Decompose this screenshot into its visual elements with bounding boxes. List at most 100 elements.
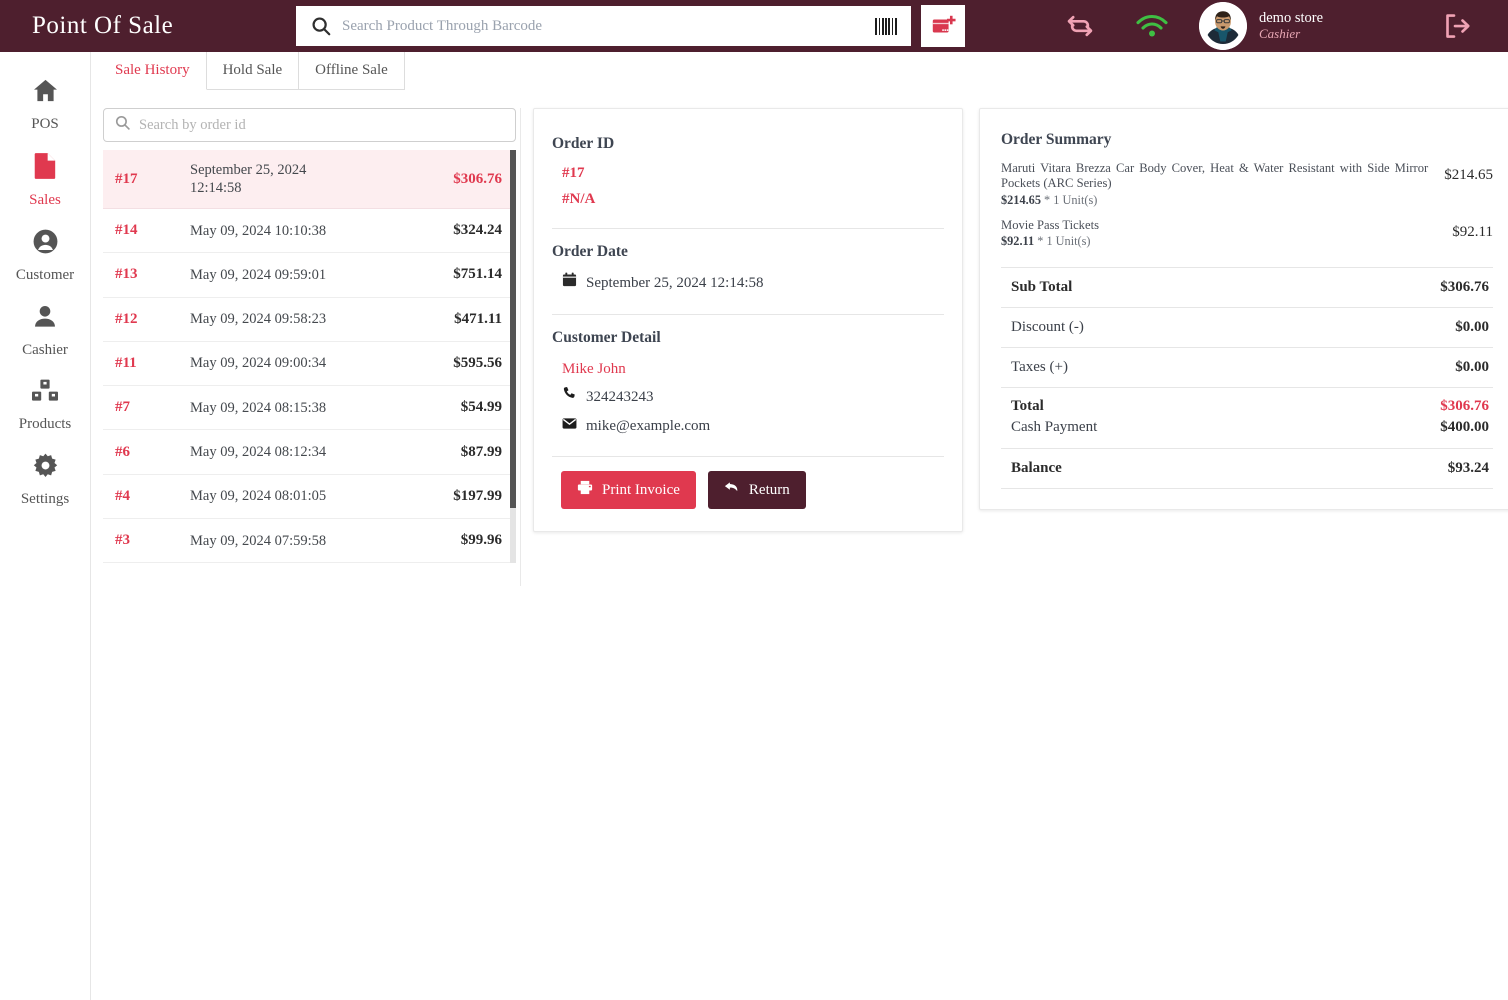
page-shell: POS Sales Customer Cashier Products Sett… bbox=[0, 52, 1508, 1000]
line-item-unit-price: $92.11 bbox=[1001, 234, 1035, 249]
order-summary-card: Order Summary Maruti Vitara Brezza Car B… bbox=[979, 108, 1508, 511]
sidebar-item-label: Customer bbox=[15, 267, 75, 283]
order-list-scrollbar[interactable] bbox=[510, 150, 516, 563]
order-search-box[interactable] bbox=[103, 108, 516, 142]
tab-offline-sale[interactable]: Offline Sale bbox=[299, 52, 405, 90]
order-amount: $751.14 bbox=[453, 266, 502, 283]
barcode-icon[interactable] bbox=[875, 17, 897, 35]
sidebar-item-sales[interactable]: Sales bbox=[0, 143, 90, 219]
return-button[interactable]: Return bbox=[707, 471, 806, 509]
order-id-value: #17 bbox=[562, 165, 585, 181]
user-role: Cashier bbox=[1259, 25, 1301, 41]
order-date: May 09, 2024 08:15:38 bbox=[190, 399, 327, 416]
file-icon bbox=[33, 152, 58, 185]
line-item-amount: $92.11 bbox=[1452, 223, 1493, 240]
calendar-icon bbox=[562, 269, 577, 298]
table-row[interactable]: #7 May 09, 2024 08:15:38 $54.99 bbox=[103, 386, 516, 431]
line-item-qty: $92.11 * 1 Unit(s) bbox=[1001, 234, 1436, 249]
order-date: May 09, 2024 09:59:01 bbox=[190, 266, 327, 283]
customer-email-row: mike@example.com bbox=[552, 412, 944, 441]
table-row[interactable]: #17 September 25, 2024 12:14:58 $306.76 bbox=[103, 150, 516, 209]
sidebar-item-customer[interactable]: Customer bbox=[0, 219, 90, 294]
sidebar-item-products[interactable]: Products bbox=[0, 369, 90, 443]
table-row[interactable]: #11 May 09, 2024 09:00:34 $595.56 bbox=[103, 342, 516, 387]
order-summary-title: Order Summary bbox=[1001, 131, 1112, 148]
divider bbox=[552, 313, 944, 315]
panels-row: #17 September 25, 2024 12:14:58 $306.76 … bbox=[91, 90, 1508, 586]
list-item: Movie Pass Tickets $92.11 * 1 Unit(s) $9… bbox=[1001, 214, 1493, 255]
balance-label: Balance bbox=[1011, 460, 1062, 477]
tab-hold-sale[interactable]: Hold Sale bbox=[206, 52, 300, 90]
order-id: #13 bbox=[115, 266, 138, 283]
sidebar-item-cashier[interactable]: Cashier bbox=[0, 294, 90, 369]
sync-icon[interactable] bbox=[1065, 11, 1095, 41]
table-row[interactable]: #12 May 09, 2024 09:58:23 $471.11 bbox=[103, 298, 516, 342]
header-status-icons bbox=[1065, 0, 1169, 52]
balance-value: $93.24 bbox=[1447, 460, 1489, 477]
tab-sale-history[interactable]: Sale History bbox=[99, 52, 207, 90]
detail-actions: Print Invoice Return bbox=[552, 471, 944, 509]
line-item-qty-text: * 1 Unit(s) bbox=[1037, 234, 1091, 249]
order-amount: $99.96 bbox=[460, 532, 502, 549]
wifi-icon[interactable] bbox=[1135, 13, 1169, 39]
app-title: Point Of Sale bbox=[32, 12, 174, 39]
line-item-text: Movie Pass Tickets $92.11 * 1 Unit(s) bbox=[1001, 218, 1452, 249]
logout-button[interactable] bbox=[1442, 0, 1472, 52]
order-id-title: Order ID bbox=[552, 135, 615, 152]
print-invoice-label: Print Invoice bbox=[602, 481, 680, 498]
subtotal-value: $306.76 bbox=[1440, 279, 1489, 296]
order-detail-card: Order ID #17 #N/A Order Date September 2… bbox=[533, 108, 963, 532]
order-id: #4 bbox=[115, 487, 130, 504]
order-search-input[interactable] bbox=[139, 116, 505, 134]
total-value: $306.76 bbox=[1440, 398, 1489, 415]
order-amount: $54.99 bbox=[460, 399, 502, 416]
order-date-text: September 25, 2024 12:14:58 bbox=[586, 275, 764, 291]
discount-row: Discount (-) $0.00 bbox=[1001, 308, 1493, 347]
order-date-value-row: September 25, 2024 12:14:58 bbox=[552, 269, 944, 298]
order-ref-value: #N/A bbox=[562, 190, 596, 207]
divider bbox=[552, 456, 944, 457]
taxes-row: Taxes (+) $0.00 bbox=[1001, 348, 1493, 387]
print-invoice-button[interactable]: Print Invoice bbox=[561, 471, 696, 509]
scrollbar-thumb[interactable] bbox=[510, 150, 516, 508]
order-amount: $306.76 bbox=[453, 170, 502, 187]
printer-icon bbox=[577, 480, 593, 500]
total-row: Total $306.76 bbox=[1001, 388, 1493, 417]
divider bbox=[552, 228, 944, 229]
tab-label: Hold Sale bbox=[222, 62, 283, 78]
sidebar-item-settings[interactable]: Settings bbox=[0, 443, 90, 518]
order-list-panel: #17 September 25, 2024 12:14:58 $306.76 … bbox=[97, 108, 522, 586]
sidebar-item-label: Sales bbox=[29, 192, 61, 208]
order-date-time: 12:14:58 bbox=[190, 180, 242, 196]
table-row[interactable]: #6 May 09, 2024 08:12:34 $87.99 bbox=[103, 430, 516, 475]
table-row[interactable]: #3 May 09, 2024 07:59:58 $99.96 bbox=[103, 519, 516, 563]
barcode-search-box[interactable] bbox=[296, 6, 911, 46]
table-row[interactable]: #13 May 09, 2024 09:59:01 $751.14 bbox=[103, 253, 516, 298]
cash-payment-row: Cash Payment $400.00 bbox=[1001, 417, 1493, 448]
order-list[interactable]: #17 September 25, 2024 12:14:58 $306.76 … bbox=[103, 150, 516, 563]
sidebar-item-pos[interactable]: POS bbox=[0, 68, 90, 143]
order-date: May 09, 2024 08:01:05 bbox=[190, 488, 327, 505]
sidebar-item-label: Products bbox=[18, 416, 72, 432]
discount-label: Discount (-) bbox=[1011, 319, 1084, 336]
table-row[interactable]: #14 May 09, 2024 10:10:38 $324.24 bbox=[103, 209, 516, 254]
line-item-name: Maruti Vitara Brezza Car Body Cover, Hea… bbox=[1001, 161, 1429, 191]
sidebar-nav: POS Sales Customer Cashier Products Sett… bbox=[0, 52, 91, 1000]
barcode-search-input[interactable] bbox=[342, 17, 868, 35]
add-item-button[interactable] bbox=[921, 5, 965, 47]
divider bbox=[1001, 488, 1493, 490]
logout-icon bbox=[1446, 14, 1470, 38]
customer-name: Mike John bbox=[562, 360, 626, 377]
sidebar-item-label: Cashier bbox=[22, 342, 68, 358]
order-date: May 09, 2024 07:59:58 bbox=[190, 532, 327, 549]
balance-row: Balance $93.24 bbox=[1001, 449, 1493, 488]
order-id: #12 bbox=[115, 310, 138, 327]
table-row[interactable]: #4 May 09, 2024 08:01:05 $197.99 bbox=[103, 475, 516, 520]
boxes-icon bbox=[31, 378, 59, 409]
order-date-day: September 25, 2024 bbox=[190, 161, 307, 178]
order-amount: $197.99 bbox=[453, 487, 502, 504]
user-account-block[interactable]: demo store Cashier bbox=[1199, 0, 1323, 52]
order-id: #3 bbox=[115, 532, 130, 549]
line-item-qty: $214.65 * 1 Unit(s) bbox=[1001, 193, 1428, 208]
line-item-qty-text: * 1 Unit(s) bbox=[1044, 192, 1098, 207]
